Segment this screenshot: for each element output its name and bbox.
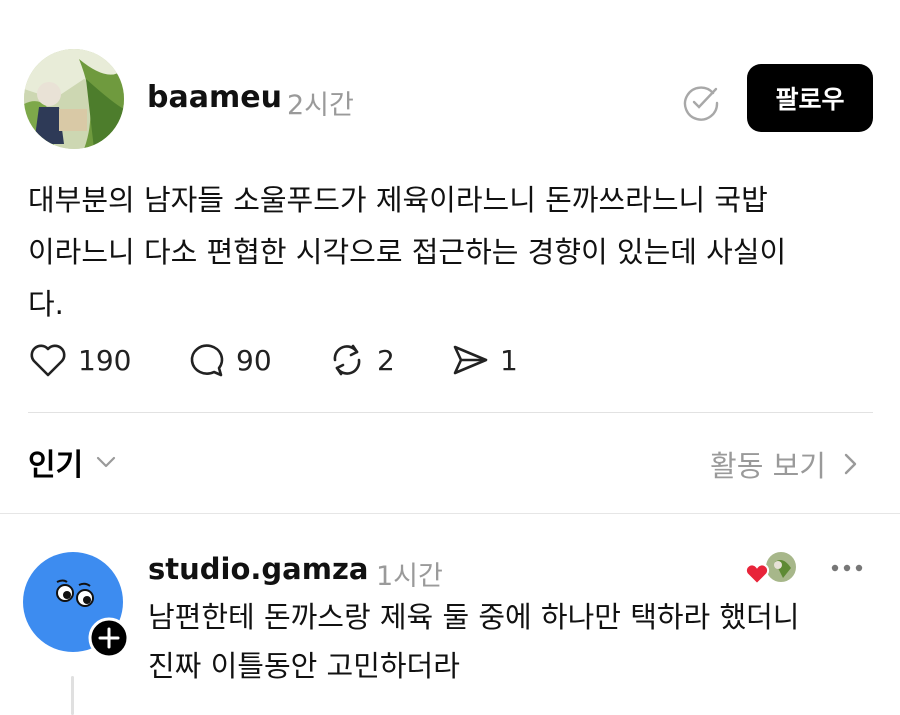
more-options-icon[interactable] xyxy=(830,556,864,580)
post-timestamp: 2시간 xyxy=(287,90,354,121)
repost-count: 2 xyxy=(377,343,395,377)
author-liked-indicator xyxy=(743,550,803,590)
reply-button[interactable]: 90 xyxy=(186,340,272,380)
like-button[interactable]: 190 xyxy=(28,340,131,380)
post-text-line: 이라느니 다소 편협한 시각으로 접근하는 경향이 있는데 사실이 xyxy=(28,235,787,269)
comment-icon xyxy=(190,344,224,377)
reply-timestamp: 1시간 xyxy=(376,561,443,592)
reply-count: 90 xyxy=(236,343,272,377)
activity-label: 활동 보기 xyxy=(710,449,826,483)
repost-icon xyxy=(333,344,361,376)
heart-icon xyxy=(30,344,66,377)
like-count: 190 xyxy=(78,343,132,377)
reply-text-line: 진짜 이틀동안 고민하더라 xyxy=(148,649,460,683)
view-activity-link[interactable]: 활동 보기 xyxy=(710,443,862,485)
avatar-photo xyxy=(24,49,124,149)
follow-button[interactable]: 팔로우 xyxy=(747,64,873,132)
reply-username[interactable]: studio.gamza xyxy=(148,552,368,586)
verified-edit-icon[interactable] xyxy=(681,81,721,121)
section-divider xyxy=(0,513,900,514)
send-icon xyxy=(453,345,488,375)
reply-text-line: 남편한테 돈까스랑 제육 둘 중에 하나만 택하라 했더니 xyxy=(148,600,800,634)
divider xyxy=(28,412,873,413)
follow-plus-button[interactable] xyxy=(88,617,130,659)
chevron-down-icon xyxy=(97,456,116,468)
post-text-line: 대부분의 남자들 소울푸드가 제육이라느니 돈까쓰라느니 국밥 xyxy=(28,183,768,217)
thread-connector-line xyxy=(71,676,74,715)
post-text-line: 다. xyxy=(28,287,64,321)
author-avatar[interactable] xyxy=(24,49,124,149)
sort-label: 인기 xyxy=(28,448,84,483)
author-username[interactable]: baameu xyxy=(147,80,282,115)
sort-dropdown[interactable]: 인기 xyxy=(28,440,119,484)
plus-icon xyxy=(88,617,130,659)
share-button[interactable]: 1 xyxy=(450,340,518,380)
repost-button[interactable]: 2 xyxy=(327,340,395,380)
reply-body: 남편한테 돈까스랑 제육 둘 중에 하나만 택하라 했더니 진짜 이틀동안 고민… xyxy=(148,593,888,691)
chevron-right-icon xyxy=(844,453,857,475)
post-body: 대부분의 남자들 소울푸드가 제육이라느니 돈까쓰라느니 국밥 이라느니 다소 … xyxy=(28,174,878,330)
share-count: 1 xyxy=(500,343,518,377)
